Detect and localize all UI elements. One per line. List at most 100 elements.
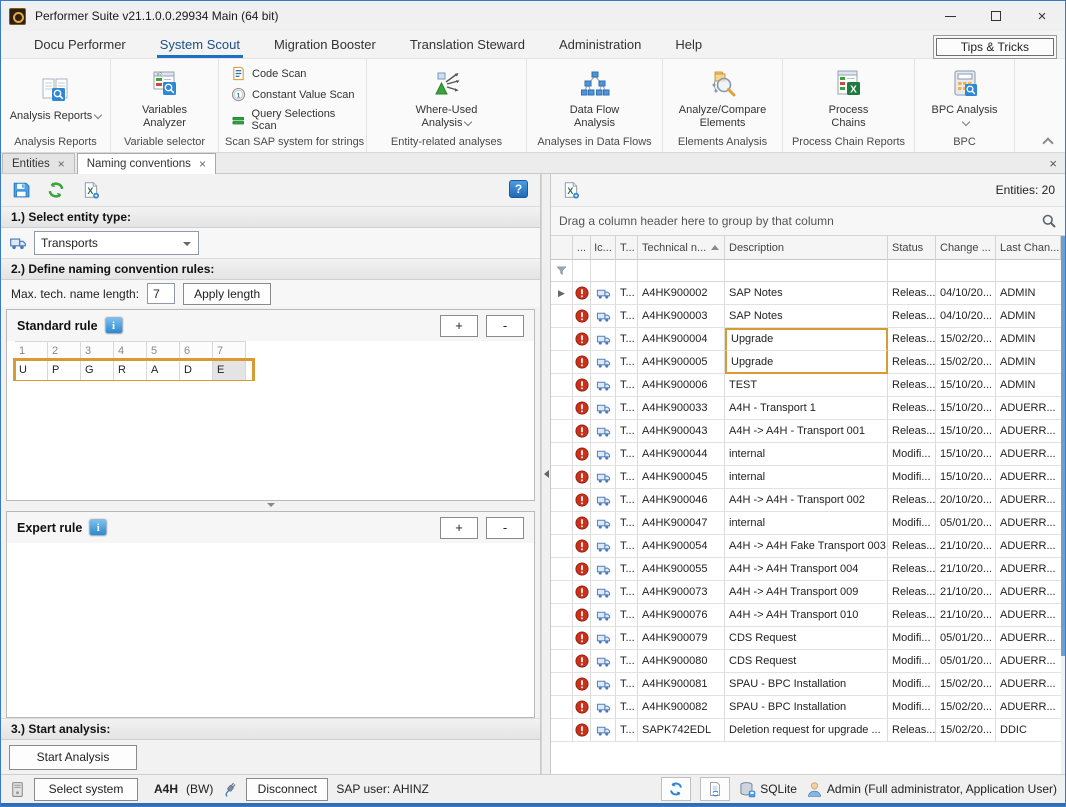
info-icon[interactable]: i bbox=[105, 317, 123, 334]
start-analysis-button[interactable]: Start Analysis bbox=[9, 745, 137, 770]
standard-rule-add-button[interactable]: + bbox=[440, 315, 478, 337]
menu-item-translation-steward[interactable]: Translation Steward bbox=[393, 31, 542, 58]
bpc-analysis-button[interactable]: BPC Analysis bbox=[931, 68, 997, 130]
refresh-button[interactable] bbox=[46, 180, 66, 200]
column-header-icon[interactable]: Ic... bbox=[591, 236, 616, 260]
menu-item-administration[interactable]: Administration bbox=[542, 31, 658, 58]
rule-value-cell[interactable]: R bbox=[114, 360, 147, 381]
rule-value-cell[interactable]: P bbox=[48, 360, 81, 381]
table-row[interactable]: T... A4HK900079 CDS Request Modifi... 05… bbox=[551, 627, 1065, 650]
vertical-splitter[interactable] bbox=[541, 174, 551, 774]
cell-technical-name: A4HK900003 bbox=[638, 305, 725, 328]
menu-item-system-scout[interactable]: System Scout bbox=[143, 31, 257, 58]
column-header-description[interactable]: Description bbox=[725, 236, 888, 260]
filter-cell[interactable] bbox=[888, 260, 936, 282]
column-header-type[interactable]: T... bbox=[616, 236, 638, 260]
entity-type-select[interactable]: Transports bbox=[34, 231, 199, 255]
minimize-button[interactable] bbox=[927, 1, 973, 31]
save-button[interactable] bbox=[11, 180, 31, 200]
filter-cell[interactable] bbox=[725, 260, 888, 282]
search-icon[interactable] bbox=[1041, 213, 1057, 229]
table-row[interactable]: T... A4HK900081 SPAU - BPC Installation … bbox=[551, 673, 1065, 696]
group-by-bar[interactable]: Drag a column header here to group by th… bbox=[551, 206, 1065, 236]
code-scan-button[interactable]: Code Scan bbox=[231, 66, 306, 81]
rule-value-cell[interactable]: A bbox=[147, 360, 180, 381]
variables-analyzer-button[interactable]: Variables Analyzer bbox=[130, 68, 200, 130]
table-row[interactable]: T... A4HK900044 internal Modifi... 15/10… bbox=[551, 443, 1065, 466]
tab-entities[interactable]: Entities × bbox=[2, 153, 75, 173]
panel-close-icon[interactable]: × bbox=[1049, 156, 1057, 171]
tab-naming-conventions[interactable]: Naming conventions × bbox=[77, 153, 216, 174]
table-row[interactable]: ▶ T... A4HK900002 SAP Notes Releas... 04… bbox=[551, 282, 1065, 305]
table-row[interactable]: T... A4HK900054 A4H -> A4H Fake Transpor… bbox=[551, 535, 1065, 558]
grid-scrollbar[interactable] bbox=[1061, 236, 1065, 774]
table-row[interactable]: T... A4HK900005 Upgrade Releas... 15/02/… bbox=[551, 351, 1065, 374]
rule-value-cell[interactable]: D bbox=[180, 360, 213, 381]
constant-value-scan-button[interactable]: Constant Value Scan bbox=[231, 87, 355, 102]
sync-button[interactable] bbox=[661, 777, 691, 801]
column-header-expand[interactable] bbox=[551, 236, 573, 260]
cell-last-changed: ADUERR... bbox=[996, 673, 1061, 696]
table-row[interactable]: T... A4HK900082 SPAU - BPC Installation … bbox=[551, 696, 1065, 719]
filter-cell[interactable] bbox=[551, 260, 573, 282]
row-expand-icon[interactable]: ▶ bbox=[558, 288, 565, 299]
help-button[interactable]: ? bbox=[509, 180, 528, 198]
scrollbar-thumb[interactable] bbox=[1061, 236, 1065, 656]
menu-item-help[interactable]: Help bbox=[658, 31, 719, 58]
column-header-status[interactable]: Status bbox=[888, 236, 936, 260]
table-row[interactable]: T... A4HK900076 A4H -> A4H Transport 010… bbox=[551, 604, 1065, 627]
select-system-button[interactable]: Select system bbox=[34, 778, 138, 801]
transport-truck-icon bbox=[596, 700, 611, 715]
filter-cell[interactable] bbox=[638, 260, 725, 282]
where-used-analysis-button[interactable]: Where-Used Analysis bbox=[407, 68, 487, 130]
max-length-input[interactable]: 7 bbox=[147, 283, 175, 304]
column-header-change-date[interactable]: Change ... bbox=[936, 236, 996, 260]
table-row[interactable]: T... A4HK900003 SAP Notes Releas... 04/1… bbox=[551, 305, 1065, 328]
menu-item-migration-booster[interactable]: Migration Booster bbox=[257, 31, 393, 58]
table-row[interactable]: T... A4HK900004 Upgrade Releas... 15/02/… bbox=[551, 328, 1065, 351]
standard-rule-remove-button[interactable]: - bbox=[486, 315, 524, 337]
disconnect-button[interactable]: Disconnect bbox=[246, 778, 328, 801]
export-excel-button[interactable] bbox=[81, 180, 101, 200]
process-chains-button[interactable]: Process Chains bbox=[821, 68, 876, 130]
horizontal-splitter[interactable] bbox=[1, 501, 540, 509]
column-header-technical-name[interactable]: Technical n... bbox=[638, 236, 725, 260]
filter-cell[interactable] bbox=[591, 260, 616, 282]
column-header-last-changed[interactable]: Last Chan... bbox=[996, 236, 1061, 260]
data-flow-analysis-button[interactable]: Data Flow Analysis bbox=[565, 68, 625, 130]
expert-rule-add-button[interactable]: + bbox=[440, 517, 478, 539]
tips-and-tricks-button[interactable]: Tips & Tricks bbox=[933, 35, 1057, 59]
table-row[interactable]: T... A4HK900047 internal Modifi... 05/01… bbox=[551, 512, 1065, 535]
analysis-reports-button[interactable]: Analysis Reports bbox=[10, 74, 102, 123]
tab-close-icon[interactable]: × bbox=[199, 158, 206, 170]
table-row[interactable]: T... SAPK742EDL Deletion request for upg… bbox=[551, 719, 1065, 742]
table-row[interactable]: T... A4HK900073 A4H -> A4H Transport 009… bbox=[551, 581, 1065, 604]
column-header-alert[interactable]: ... bbox=[573, 236, 591, 260]
table-row[interactable]: T... A4HK900080 CDS Request Modifi... 05… bbox=[551, 650, 1065, 673]
export-excel-button[interactable] bbox=[561, 180, 581, 200]
close-button[interactable]: × bbox=[1019, 1, 1065, 31]
table-row[interactable]: T... A4HK900046 A4H -> A4H - Transport 0… bbox=[551, 489, 1065, 512]
ribbon-collapse-button[interactable] bbox=[1043, 136, 1051, 144]
filter-cell[interactable] bbox=[616, 260, 638, 282]
table-row[interactable]: T... A4HK900055 A4H -> A4H Transport 004… bbox=[551, 558, 1065, 581]
apply-length-button[interactable]: Apply length bbox=[183, 283, 271, 305]
table-row[interactable]: T... A4HK900006 TEST Releas... 15/10/20.… bbox=[551, 374, 1065, 397]
rule-value-cell[interactable]: E bbox=[213, 360, 246, 381]
tab-close-icon[interactable]: × bbox=[58, 158, 65, 170]
info-icon[interactable]: i bbox=[89, 519, 107, 536]
document-sync-button[interactable] bbox=[700, 777, 730, 801]
expert-rule-remove-button[interactable]: - bbox=[486, 517, 524, 539]
filter-cell[interactable] bbox=[996, 260, 1061, 282]
analyze-compare-elements-button[interactable]: Analyze/Compare Elements bbox=[672, 68, 774, 130]
table-row[interactable]: T... A4HK900045 internal Modifi... 15/10… bbox=[551, 466, 1065, 489]
table-row[interactable]: T... A4HK900043 A4H -> A4H - Transport 0… bbox=[551, 420, 1065, 443]
filter-cell[interactable] bbox=[573, 260, 591, 282]
rule-value-cell[interactable]: G bbox=[81, 360, 114, 381]
menu-item-docu-performer[interactable]: Docu Performer bbox=[17, 31, 143, 58]
rule-value-cell[interactable]: U bbox=[15, 360, 48, 381]
query-selections-scan-button[interactable]: Query Selections Scan bbox=[231, 108, 360, 132]
filter-cell[interactable] bbox=[936, 260, 996, 282]
table-row[interactable]: T... A4HK900033 A4H - Transport 1 Releas… bbox=[551, 397, 1065, 420]
maximize-button[interactable] bbox=[973, 1, 1019, 31]
